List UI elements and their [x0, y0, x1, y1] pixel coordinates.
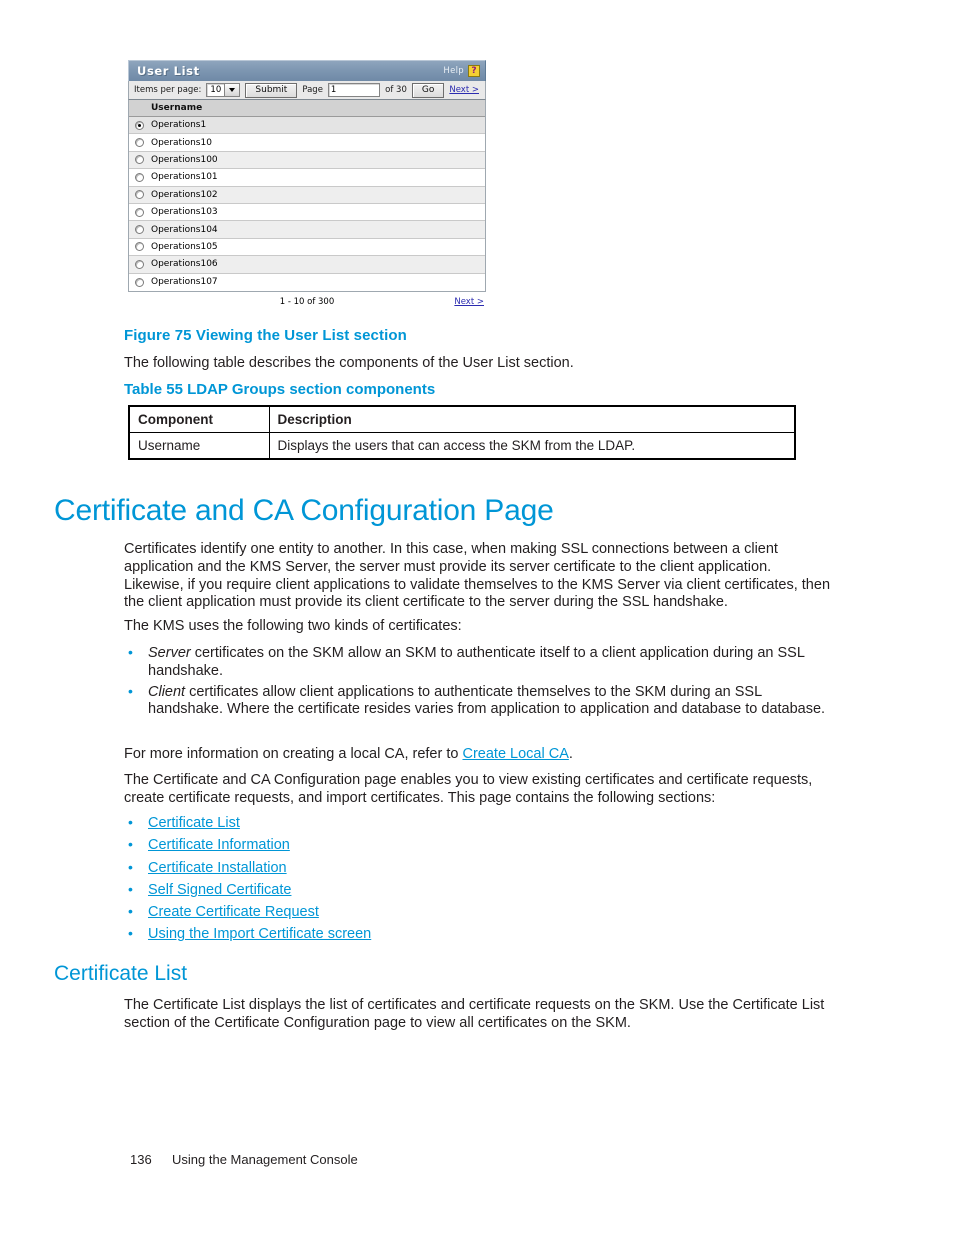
paragraph-local-ca: For more information on creating a local…: [124, 746, 830, 764]
row-radio-button[interactable]: [135, 242, 144, 252]
cell-component: Username: [128, 432, 270, 460]
figure-caption: Figure 75 Viewing the User List section: [124, 327, 407, 344]
create-local-ca-link[interactable]: Create Local CA: [462, 746, 568, 762]
page-label: Page: [302, 85, 323, 95]
cell-username: Operations106: [151, 259, 218, 270]
table-row[interactable]: Operations104: [129, 221, 485, 239]
user-list-screenshot: User List Help ? Items per page: 10 Subm…: [128, 60, 486, 312]
list-item[interactable]: Certificate Installation: [124, 859, 834, 878]
list-item[interactable]: Certificate Information: [124, 836, 834, 855]
emphasis-server: Server: [148, 645, 191, 661]
items-per-page-value: 10: [210, 85, 222, 95]
row-radio-button[interactable]: [135, 120, 144, 130]
user-list-pagination-footer: 1 - 10 of 300 Next >: [128, 292, 486, 312]
user-list-toolbar: Items per page: 10 Submit Page 1 of 30 G…: [128, 81, 486, 100]
cell-username: Operations100: [151, 154, 218, 165]
cell-username: Operations101: [151, 172, 218, 183]
submit-button[interactable]: Submit: [245, 82, 298, 98]
components-table: Component Description Username Displays …: [128, 405, 796, 460]
items-per-page-label: Items per page:: [134, 85, 202, 95]
cell-username: Operations105: [151, 241, 218, 252]
section-title-certificate-list: Certificate List: [54, 962, 188, 985]
table-header-row: Username: [129, 100, 485, 117]
list-item[interactable]: Self Signed Certificate: [124, 881, 834, 900]
row-radio-button[interactable]: [135, 172, 144, 182]
user-list-titlebar: User List Help ?: [128, 60, 486, 81]
page-number: 136: [130, 1152, 152, 1167]
table-row[interactable]: Operations1: [129, 117, 485, 135]
emphasis-client: Client: [148, 683, 186, 700]
table-caption: Table 55 LDAP Groups section components: [124, 381, 436, 398]
table-row[interactable]: Operations101: [129, 169, 485, 187]
page-count-label: of 30: [385, 85, 407, 95]
row-radio-button[interactable]: [135, 207, 144, 217]
page-title: Certificate and CA Configuration Page: [54, 494, 554, 527]
next-page-link-bottom[interactable]: Next >: [454, 297, 484, 307]
panel-title: User List: [137, 64, 200, 78]
list-item: Client certificates allow client applica…: [124, 683, 834, 720]
user-list-table: Username Operations1 Operations10 Operat…: [128, 100, 486, 292]
table-row[interactable]: Operations100: [129, 151, 485, 170]
table-row[interactable]: Operations107: [129, 273, 485, 291]
link-using-import-certificate-screen[interactable]: Using the Import Certificate screen: [148, 926, 371, 942]
link-self-signed-certificate[interactable]: Self Signed Certificate: [148, 882, 291, 898]
cell-username: Operations10: [151, 137, 212, 148]
table-row[interactable]: Operations102: [129, 186, 485, 204]
link-certificate-information[interactable]: Certificate Information: [148, 837, 290, 853]
cell-username: Operations102: [151, 189, 218, 200]
sections-link-list: Certificate List Certificate Information…: [124, 814, 834, 949]
column-header-username: Username: [151, 103, 203, 113]
column-header-description: Description: [268, 405, 796, 433]
table-header-row: Component Description: [128, 405, 796, 433]
page-input[interactable]: 1: [327, 83, 381, 97]
row-radio-button[interactable]: [135, 190, 144, 200]
table-row[interactable]: Operations106: [129, 256, 485, 274]
list-item-text: certificates allow client applications t…: [148, 683, 826, 718]
paragraph-page-sections: The Certificate and CA Configuration pag…: [124, 772, 813, 806]
footer-chapter: Using the Management Console: [172, 1152, 358, 1167]
question-mark-icon[interactable]: ?: [468, 65, 480, 77]
link-certificate-installation[interactable]: Certificate Installation: [148, 860, 287, 876]
chevron-down-icon[interactable]: [224, 84, 240, 96]
link-certificate-list[interactable]: Certificate List: [148, 815, 240, 831]
pagination-range: 1 - 10 of 300: [279, 296, 335, 307]
link-create-certificate-request[interactable]: Create Certificate Request: [148, 904, 319, 920]
table-row: Username Displays the users that can acc…: [128, 432, 796, 460]
row-radio-button[interactable]: [135, 259, 144, 269]
text-after-link: .: [568, 746, 573, 762]
row-radio-button[interactable]: [135, 225, 144, 235]
list-item[interactable]: Certificate List: [124, 814, 834, 833]
items-per-page-select[interactable]: 10: [206, 83, 241, 97]
cell-username: Operations103: [151, 207, 218, 218]
list-item-text: certificates on the SKM allow an SKM to …: [148, 645, 805, 679]
cell-description: Displays the users that can access the S…: [268, 432, 796, 460]
row-radio-button[interactable]: [135, 155, 144, 165]
list-item[interactable]: Create Certificate Request: [124, 903, 834, 922]
page-footer: 136 Using the Management Console: [130, 1152, 358, 1167]
row-radio-button[interactable]: [135, 277, 144, 287]
table-row[interactable]: Operations10: [129, 134, 485, 152]
paragraph-two-kinds: The KMS uses the following two kinds of …: [124, 618, 462, 634]
table-row[interactable]: Operations103: [129, 203, 485, 222]
go-button[interactable]: Go: [411, 82, 445, 98]
help-label: Help: [443, 66, 464, 76]
table-row[interactable]: Operations105: [129, 238, 485, 257]
next-page-link-top[interactable]: Next >: [449, 85, 479, 95]
paragraph-certificates-intro: Certificates identify one entity to anot…: [124, 541, 831, 611]
paragraph-certificate-list: The Certificate List displays the list o…: [124, 997, 825, 1031]
intro-paragraph: The following table describes the compon…: [124, 355, 574, 371]
certificate-kinds-list: Server certificates on the SKM allow an …: [124, 644, 834, 722]
column-header-component: Component: [128, 405, 270, 433]
list-item: Server certificates on the SKM allow an …: [124, 644, 834, 681]
cell-username: Operations107: [151, 277, 218, 288]
row-radio-button[interactable]: [135, 138, 144, 148]
list-item[interactable]: Using the Import Certificate screen: [124, 925, 834, 944]
help-link[interactable]: Help ?: [443, 65, 482, 77]
cell-username: Operations1: [151, 120, 207, 131]
text-before-link: For more information on creating a local…: [124, 746, 463, 762]
cell-username: Operations104: [151, 224, 218, 235]
